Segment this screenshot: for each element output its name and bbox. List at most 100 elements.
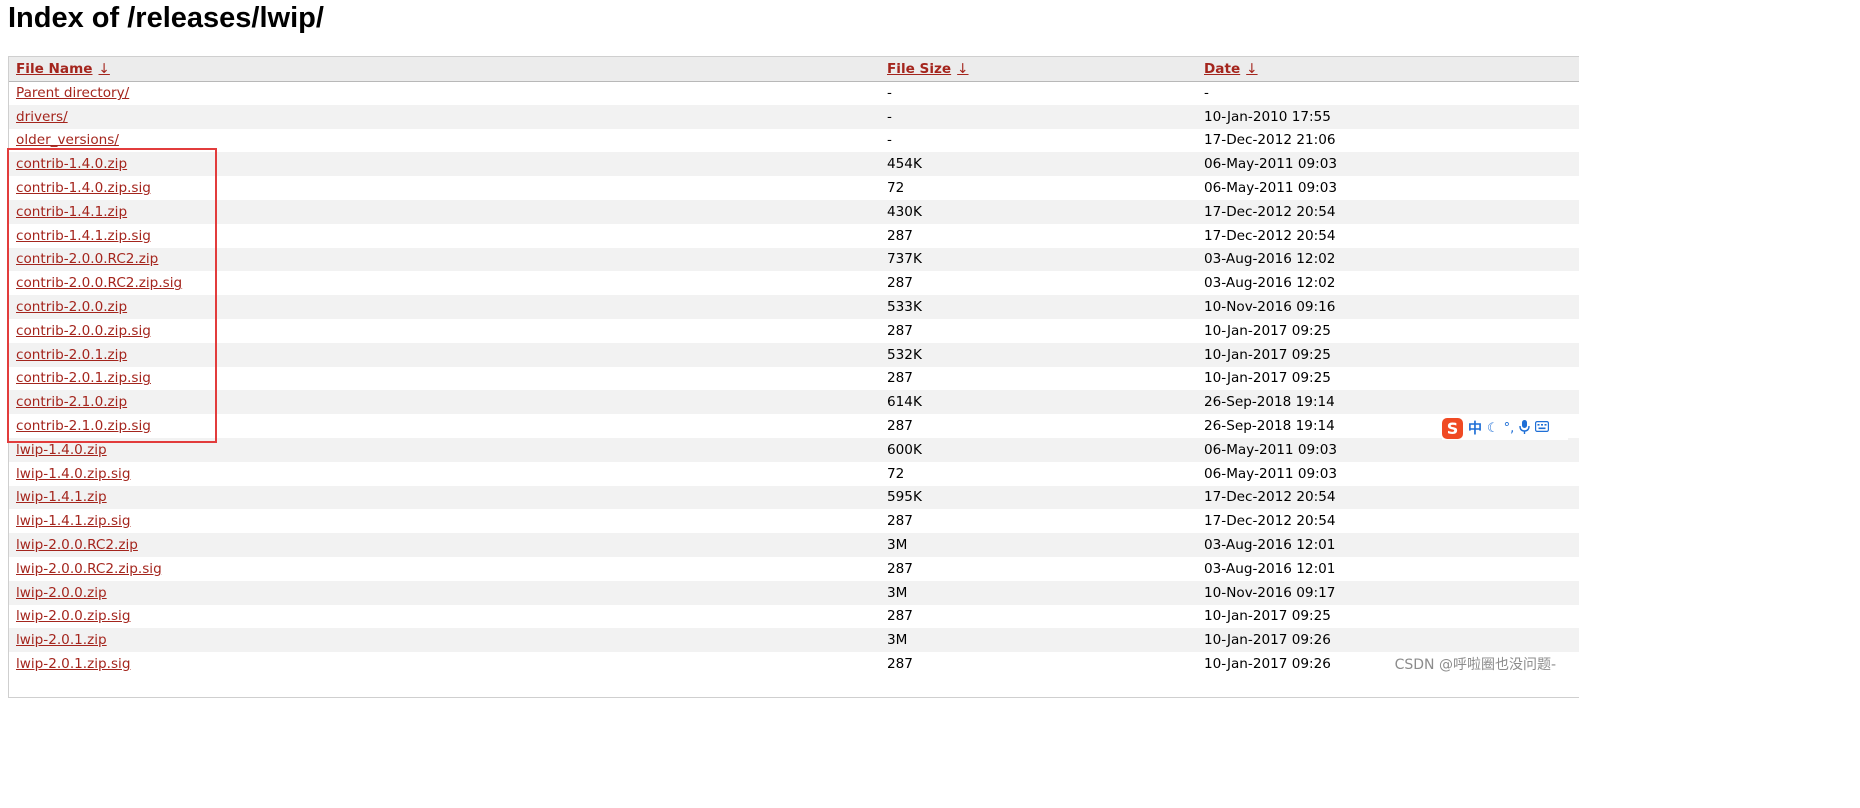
file-date-cell: 10-Jan-2017 09:25 (1197, 367, 1579, 391)
sort-by-date-link[interactable]: Date (1204, 61, 1240, 77)
file-size-cell: 287 (880, 367, 1197, 391)
header-file-name: File Name ↓ (9, 57, 880, 82)
file-date-value: 10-Jan-2017 09:26 (1204, 632, 1331, 649)
file-size-cell: 3M (880, 628, 1197, 652)
moon-icon[interactable]: ☾ (1487, 422, 1499, 435)
file-link[interactable]: Parent directory/ (16, 85, 129, 101)
table-row: Parent directory/ - - (9, 81, 1579, 105)
file-link[interactable]: contrib-2.0.0.zip.sig (16, 323, 151, 339)
file-name-cell: contrib-1.4.0.zip (9, 152, 880, 176)
sort-arrow-icon[interactable]: ↓ (1246, 61, 1257, 77)
file-link[interactable]: older_versions/ (16, 132, 119, 148)
file-link[interactable]: contrib-1.4.0.zip (16, 156, 127, 172)
file-size-cell: 3M (880, 533, 1197, 557)
file-link[interactable]: lwip-1.4.1.zip.sig (16, 513, 130, 529)
file-link[interactable]: lwip-2.0.0.zip (16, 585, 107, 601)
file-date-cell: 06-May-2011 09:03 (1197, 462, 1579, 486)
file-link[interactable]: contrib-2.1.0.zip.sig (16, 418, 151, 434)
file-link[interactable]: contrib-2.0.0.RC2.zip.sig (16, 275, 182, 291)
ime-logo[interactable]: S (1442, 417, 1463, 439)
file-size-value: 600K (887, 441, 922, 458)
file-link[interactable]: contrib-2.0.0.zip (16, 299, 127, 315)
file-link[interactable]: lwip-1.4.1.zip (16, 489, 107, 505)
file-size-value: 287 (887, 608, 913, 625)
file-name-cell: drivers/ (9, 105, 880, 129)
file-date-cell: 03-Aug-2016 12:01 (1197, 557, 1579, 581)
file-size-value: 72 (887, 180, 905, 197)
table-row: lwip-2.0.0.zip.sig 287 10-Jan-2017 09:25 (9, 605, 1579, 629)
file-name-cell: contrib-2.0.1.zip.sig (9, 367, 880, 391)
punctuation-icon[interactable]: °, (1504, 422, 1515, 435)
file-link[interactable]: lwip-2.0.0.RC2.zip (16, 537, 138, 553)
file-date-cell: 06-May-2011 09:03 (1197, 152, 1579, 176)
file-name-cell: older_versions/ (9, 129, 880, 153)
sort-by-size-link[interactable]: File Size (887, 61, 951, 77)
file-size-value: 287 (887, 418, 913, 435)
file-size-cell: 72 (880, 462, 1197, 486)
file-date-value: - (1204, 85, 1209, 102)
file-link[interactable]: contrib-2.1.0.zip (16, 394, 127, 410)
file-date-cell: 03-Aug-2016 12:02 (1197, 248, 1579, 272)
file-size-value: - (887, 132, 892, 149)
file-size-value: 287 (887, 275, 913, 292)
table-row: lwip-2.0.1.zip.sig 287 10-Jan-2017 09:26 (9, 652, 1579, 676)
file-date-cell: 03-Aug-2016 12:02 (1197, 271, 1579, 295)
file-date-cell: 10-Jan-2010 17:55 (1197, 105, 1579, 129)
file-link[interactable]: contrib-1.4.1.zip (16, 204, 127, 220)
table-row: lwip-2.0.1.zip 3M 10-Jan-2017 09:26 (9, 628, 1579, 653)
file-date-cell: 10-Jan-2017 09:25 (1197, 605, 1579, 629)
file-link[interactable]: contrib-2.0.1.zip (16, 347, 127, 363)
file-size-value: 3M (887, 537, 908, 554)
file-size-value: - (887, 108, 892, 125)
table-row: contrib-1.4.0.zip.sig 72 06-May-2011 09:03 (9, 176, 1579, 200)
file-date-value: 17-Dec-2012 21:06 (1204, 132, 1336, 149)
table-header-row: File Name ↓ File Size ↓ Date ↓ (9, 57, 1579, 82)
file-date-cell: 17-Dec-2012 21:06 (1197, 129, 1579, 153)
table-row: contrib-1.4.1.zip 430K 17-Dec-2012 20:54 (9, 199, 1579, 224)
table-row: contrib-2.0.1.zip.sig 287 10-Jan-2017 09:2… (9, 367, 1579, 391)
file-size-cell: 430K (880, 200, 1197, 224)
file-name-cell: contrib-2.1.0.zip (9, 390, 880, 414)
file-link[interactable]: lwip-1.4.0.zip (16, 442, 107, 458)
file-link[interactable]: lwip-2.0.0.RC2.zip.sig (16, 561, 162, 577)
file-size-cell: 287 (880, 509, 1197, 533)
file-date-value: 06-May-2011 09:03 (1204, 465, 1338, 482)
microphone-icon[interactable] (1519, 419, 1530, 437)
file-size-value: 287 (887, 227, 913, 244)
file-link[interactable]: lwip-1.4.0.zip.sig (16, 466, 130, 482)
file-date-value: 03-Aug-2016 12:02 (1204, 275, 1336, 292)
file-table: File Name ↓ File Size ↓ Date ↓ Parent direc… (9, 57, 1579, 676)
file-link[interactable]: contrib-2.0.1.zip.sig (16, 370, 151, 386)
file-link[interactable]: contrib-2.0.0.RC2.zip (16, 251, 158, 267)
sort-arrow-icon[interactable]: ↓ (99, 61, 110, 77)
file-size-cell: - (880, 129, 1197, 153)
file-link[interactable]: lwip-2.0.0.zip.sig (16, 608, 130, 624)
file-link[interactable]: lwip-2.0.1.zip.sig (16, 656, 130, 672)
file-link[interactable]: contrib-1.4.1.zip.sig (16, 228, 151, 244)
page-title: Index of /releases/lwip/ (8, 2, 324, 34)
file-size-cell: 600K (880, 438, 1197, 462)
table-row: contrib-2.0.0.RC2.zip.sig 287 03-Aug-2016 … (9, 271, 1579, 295)
file-size-value: 737K (887, 251, 922, 268)
file-date-value: 03-Aug-2016 12:01 (1204, 537, 1336, 554)
file-rows: Parent directory/ - - drivers/ - 10-Jan-2010 … (9, 81, 1579, 676)
file-name-cell: contrib-2.0.0.RC2.zip.sig (9, 271, 880, 295)
file-link[interactable]: contrib-1.4.0.zip.sig (16, 180, 151, 196)
file-date-value: 10-Nov-2016 09:17 (1204, 584, 1336, 601)
ime-toolbar[interactable]: S 中 ☾ °, (1442, 416, 1568, 440)
keyboard-icon[interactable] (1535, 421, 1550, 435)
table-row: contrib-2.1.0.zip 614K 26-Sep-2018 19:14 (9, 390, 1579, 415)
sort-by-name-link[interactable]: File Name (16, 61, 93, 77)
file-name-cell: lwip-2.0.1.zip (9, 628, 880, 652)
file-name-cell: lwip-1.4.1.zip.sig (9, 509, 880, 533)
file-size-cell: 287 (880, 557, 1197, 581)
file-date-value: 17-Dec-2012 20:54 (1204, 489, 1336, 506)
sort-arrow-icon[interactable]: ↓ (957, 61, 968, 77)
file-link[interactable]: drivers/ (16, 109, 68, 125)
file-size-value: 430K (887, 203, 922, 220)
file-link[interactable]: lwip-2.0.1.zip (16, 632, 107, 648)
file-size-value: 287 (887, 322, 913, 339)
file-name-cell: Parent directory/ (9, 81, 880, 105)
file-date-cell: 17-Dec-2012 20:54 (1197, 509, 1579, 533)
ime-language-toggle[interactable]: 中 (1468, 418, 1482, 438)
